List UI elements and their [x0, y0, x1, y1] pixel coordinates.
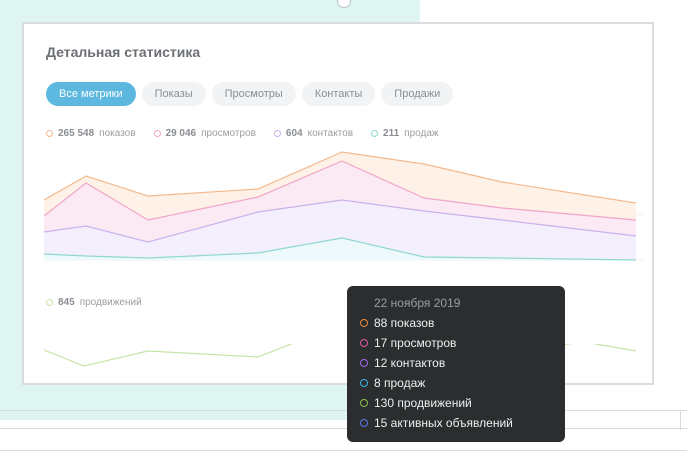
- views-ring-icon: [360, 339, 368, 347]
- card-title: Детальная статистика: [46, 44, 201, 60]
- tooltip-row-sales: 8 продаж: [360, 376, 425, 390]
- legend-text: контактов: [307, 128, 354, 139]
- legend-views: 29 046 просмотров: [153, 128, 256, 139]
- promotions-legend: 845 продвижений: [46, 297, 142, 308]
- legend-text: продаж: [404, 128, 439, 139]
- tooltip-row-impressions: 88 показов: [360, 316, 434, 330]
- legend-impressions: 265 548 показов: [46, 128, 136, 139]
- tab-sales[interactable]: Продажи: [381, 82, 454, 106]
- legend-value: 211: [383, 128, 400, 139]
- tooltip-row-text: 88 показов: [374, 316, 435, 330]
- divider: [0, 410, 687, 411]
- tooltip-row-text: 12 контактов: [374, 356, 446, 370]
- tab-views[interactable]: Просмотры: [211, 82, 296, 106]
- legend-ring-icon: [46, 130, 53, 137]
- tooltip-row-promotions: 130 продвижений: [360, 396, 472, 410]
- legend-ring-icon: [46, 299, 53, 306]
- promotions-ring-icon: [360, 399, 368, 407]
- legend-text: продвижений: [79, 297, 142, 308]
- tooltip-row-text: 130 продвижений: [374, 396, 472, 410]
- active-ads-ring-icon: [360, 419, 368, 427]
- bottom-panels: [0, 410, 687, 453]
- tooltip-date: 22 ноября 2019: [374, 296, 461, 310]
- sales-ring-icon: [360, 379, 368, 387]
- tooltip-row-text: 15 активных объявлений: [374, 416, 513, 430]
- metric-tabs: Все метрики Показы Просмотры Контакты Пр…: [46, 82, 454, 106]
- tooltip-row-views: 17 просмотров: [360, 336, 456, 350]
- legend-value: 604: [285, 128, 303, 139]
- legend-text: показов: [99, 128, 136, 139]
- legend-value: 845: [58, 297, 75, 308]
- chart-legend: 265 548 показов 29 046 просмотров 604 ко…: [46, 128, 439, 139]
- divider: [0, 450, 687, 451]
- legend-ring-icon: [273, 130, 281, 137]
- legend-value: 29 046: [165, 128, 197, 139]
- legend-sales: 211 продаж: [371, 128, 439, 139]
- tab-contacts[interactable]: Контакты: [301, 82, 376, 106]
- legend-value: 265 548: [58, 128, 95, 139]
- chart-tooltip: 22 ноября 2019 88 показов 17 просмотров …: [347, 286, 565, 442]
- tab-impressions[interactable]: Показы: [141, 82, 206, 106]
- divider: [680, 410, 681, 430]
- tooltip-row-contacts: 12 контактов: [360, 356, 445, 370]
- legend-text: просмотров: [201, 128, 256, 139]
- tooltip-row-text: 8 продаж: [374, 376, 426, 390]
- legend-ring-icon: [371, 130, 379, 137]
- tooltip-row-active-ads: 15 активных объявлений: [360, 416, 513, 430]
- metrics-area-chart: [44, 151, 644, 261]
- divider: [0, 428, 687, 429]
- legend-contacts: 604 контактов: [273, 128, 354, 139]
- contacts-ring-icon: [360, 359, 368, 367]
- tab-all-metrics[interactable]: Все метрики: [46, 82, 136, 106]
- impressions-ring-icon: [360, 319, 368, 327]
- legend-ring-icon: [153, 130, 161, 137]
- tooltip-row-text: 17 просмотров: [374, 336, 457, 350]
